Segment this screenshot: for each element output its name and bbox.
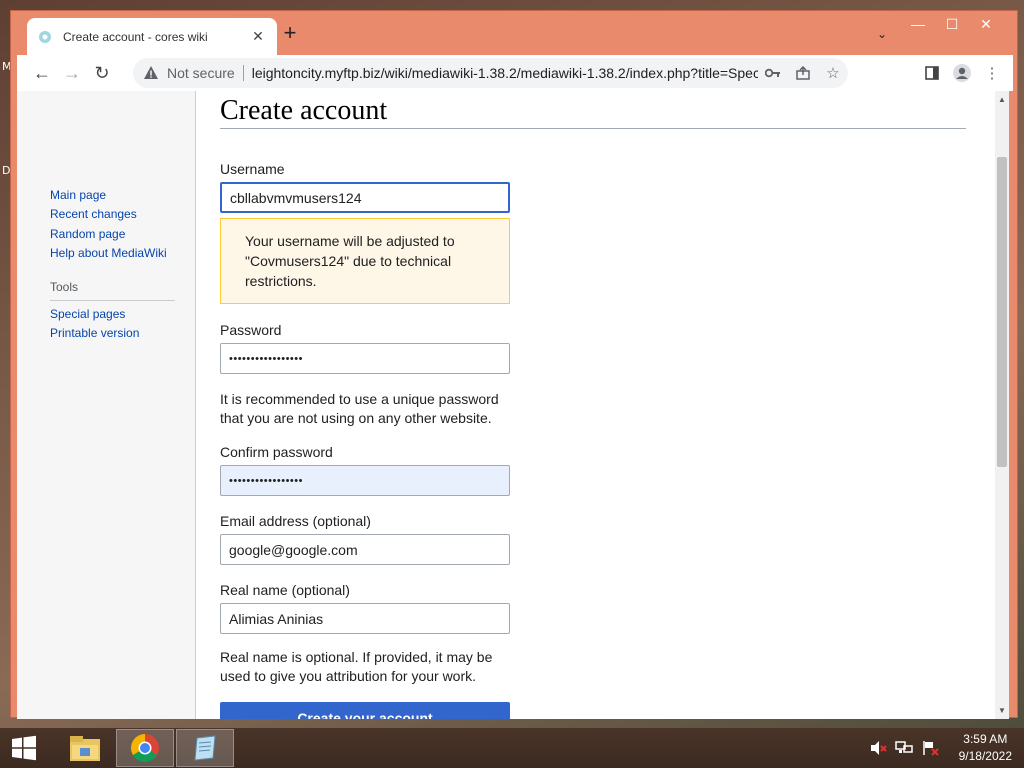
password-help-text: It is recommended to use a unique passwo…: [220, 391, 499, 426]
username-input[interactable]: cbllabvmvmusers124: [220, 182, 510, 213]
taskbar: 3:59 AM 9/18/2022: [0, 728, 1024, 768]
address-divider: [242, 65, 244, 81]
sidebar-link-recent-changes[interactable]: Recent changes: [50, 205, 175, 224]
close-window-button[interactable]: ✕: [969, 13, 1003, 35]
create-account-button[interactable]: Create your account: [220, 702, 510, 719]
scroll-up-arrow-icon[interactable]: ▲: [998, 95, 1006, 104]
back-arrow-icon[interactable]: ←: [27, 58, 57, 88]
share-icon[interactable]: [788, 58, 818, 88]
url-text[interactable]: leightoncity.myftp.biz/wiki/mediawiki-1.…: [252, 65, 758, 81]
confirm-password-input[interactable]: •••••••••••••••••: [220, 465, 510, 496]
warning-triangle-icon[interactable]: [143, 65, 159, 81]
real-name-help-text: Real name is optional. If provided, it m…: [220, 649, 493, 684]
sidebar-link-main-page[interactable]: Main page: [50, 186, 175, 205]
scrollbar-thumb[interactable]: [997, 157, 1007, 467]
bookmark-star-icon[interactable]: ☆: [818, 58, 848, 88]
file-explorer-icon[interactable]: [56, 729, 114, 767]
sidebar-link-printable-version[interactable]: Printable version: [50, 324, 175, 343]
security-status-label[interactable]: Not secure: [167, 65, 235, 81]
tab-close-icon[interactable]: ✕: [249, 28, 267, 45]
volume-muted-icon[interactable]: [869, 740, 891, 756]
taskbar-clock[interactable]: 3:59 AM 9/18/2022: [959, 731, 1012, 765]
browser-window: Create account - cores wiki ✕ + ⌄ — ☐ ✕ …: [10, 10, 1018, 719]
clock-time: 3:59 AM: [963, 732, 1008, 746]
tab-title: Create account - cores wiki: [63, 29, 208, 44]
sidebar-link-special-pages[interactable]: Special pages: [50, 305, 175, 324]
email-input[interactable]: google@google.com: [220, 534, 510, 565]
username-adjust-notice: Your username will be adjusted to "Covmu…: [220, 218, 510, 304]
sidebar-divider: [195, 91, 196, 719]
system-tray: 3:59 AM 9/18/2022: [865, 728, 1012, 768]
username-label: Username: [220, 161, 285, 177]
tools-heading: Tools: [50, 280, 175, 301]
real-name-label: Real name (optional): [220, 582, 350, 598]
real-name-input[interactable]: Alimias Aninias: [220, 603, 510, 634]
email-label: Email address (optional): [220, 513, 371, 529]
password-input[interactable]: •••••••••••••••••: [220, 343, 510, 374]
page-title: Create account: [220, 91, 966, 129]
maximize-button[interactable]: ☐: [935, 13, 969, 35]
create-account-form: Username cbllabvmvmusers124 Your usernam…: [220, 161, 510, 719]
clock-date: 9/18/2022: [958, 749, 1012, 763]
address-bar[interactable]: Not secure leightoncity.myftp.biz/wiki/m…: [133, 58, 848, 88]
tab-search-chevron-icon[interactable]: ⌄: [877, 27, 887, 41]
windows-start-icon[interactable]: [0, 728, 48, 768]
key-icon[interactable]: [758, 58, 788, 88]
side-panel-icon[interactable]: [917, 58, 947, 88]
wiki-favicon-icon: [37, 29, 53, 45]
browser-tab[interactable]: Create account - cores wiki ✕: [27, 18, 277, 55]
page-content: Main page Recent changes Random page Hel…: [17, 91, 1005, 719]
browser-toolbar: ← → ↻ Not secure leightoncity.myftp.biz/…: [17, 55, 1013, 91]
notepad-taskbar-icon[interactable]: [176, 729, 234, 767]
network-icon[interactable]: [894, 740, 917, 756]
scroll-down-arrow-icon[interactable]: ▼: [998, 706, 1006, 715]
title-bar: Create account - cores wiki ✕ + ⌄ — ☐ ✕: [11, 11, 1017, 55]
sidebar-link-help[interactable]: Help about MediaWiki: [50, 244, 175, 263]
chrome-taskbar-icon[interactable]: [116, 729, 174, 767]
reload-icon[interactable]: ↻: [87, 58, 117, 88]
main-content: Create account Username cbllabvmvmusers1…: [220, 91, 966, 719]
page-scrollbar[interactable]: ▲ ▼: [995, 91, 1009, 719]
confirm-password-label: Confirm password: [220, 444, 333, 460]
more-menu-icon[interactable]: ⋮: [977, 58, 1007, 88]
wiki-sidebar: Main page Recent changes Random page Hel…: [17, 91, 195, 719]
password-label: Password: [220, 322, 282, 338]
minimize-button[interactable]: —: [901, 13, 935, 35]
action-center-flag-icon[interactable]: [921, 740, 943, 756]
new-tab-button[interactable]: +: [279, 22, 301, 45]
forward-arrow-icon[interactable]: →: [57, 58, 87, 88]
sidebar-link-random-page[interactable]: Random page: [50, 225, 175, 244]
profile-avatar-icon[interactable]: [947, 58, 977, 88]
